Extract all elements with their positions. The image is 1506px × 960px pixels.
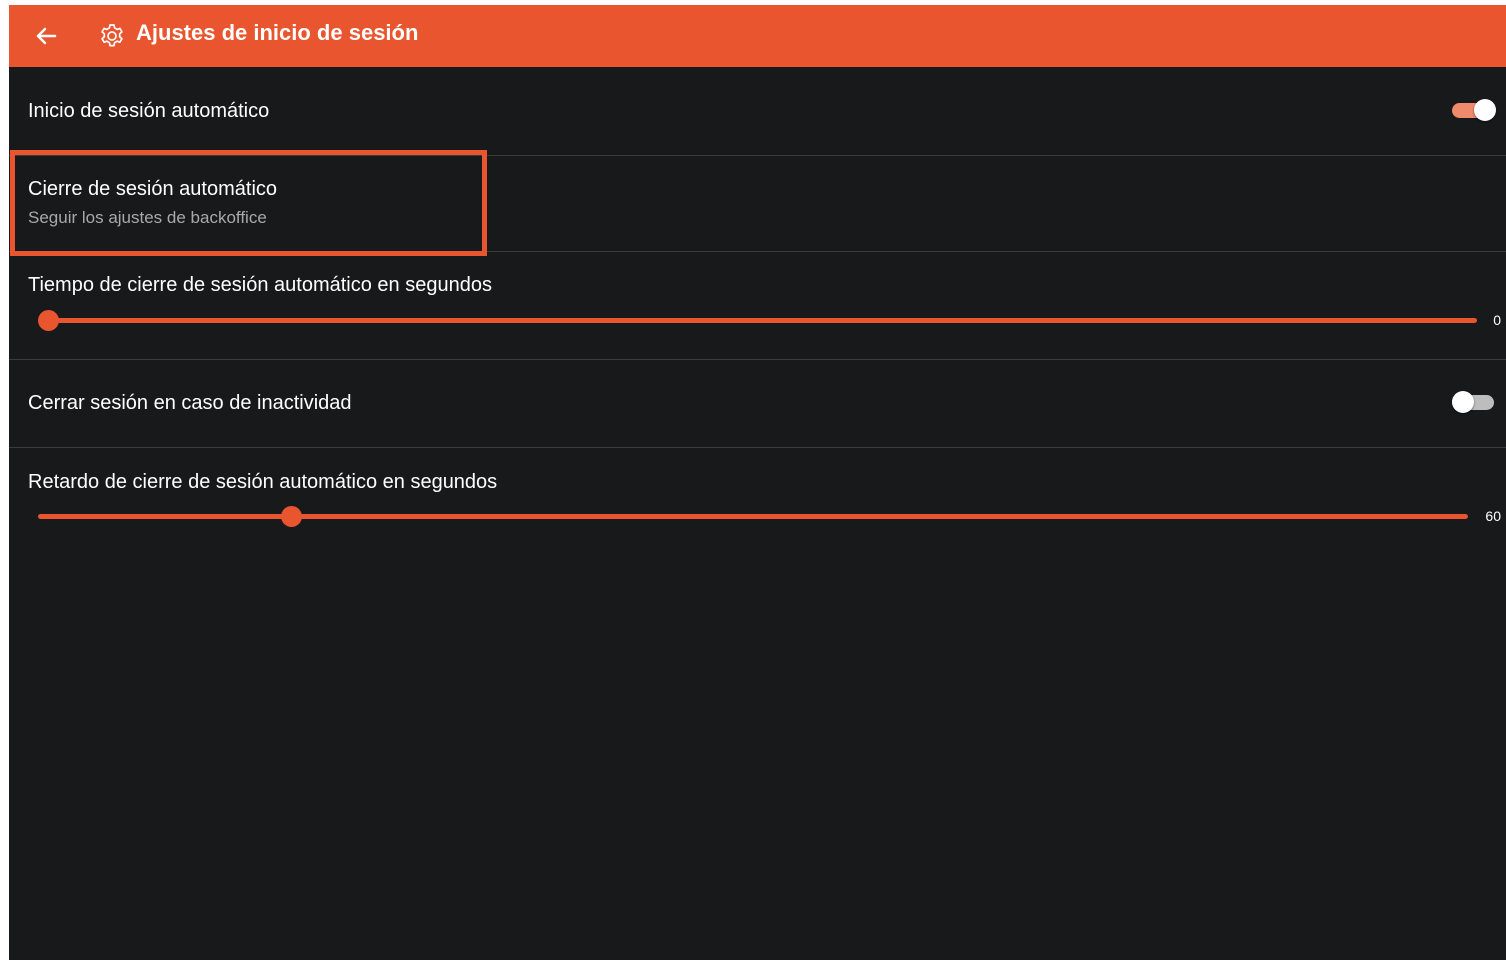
page-title: Ajustes de inicio de sesión xyxy=(136,20,419,45)
gear-icon xyxy=(98,22,126,50)
arrow-left-icon xyxy=(36,27,57,45)
setting-auto-login[interactable]: Inicio de sesión automático xyxy=(9,67,1506,156)
auto-login-toggle[interactable] xyxy=(1452,98,1496,121)
app-bar: Ajustes de inicio de sesión xyxy=(9,5,1506,67)
auto-logout-time-value: 0 xyxy=(1493,312,1501,328)
logout-inactivity-toggle[interactable] xyxy=(1452,390,1496,413)
login-settings-screen: Ajustes de inicio de sesión Inicio de se… xyxy=(9,5,1506,960)
auto-logout-time-slider[interactable] xyxy=(38,308,1477,332)
back-button[interactable] xyxy=(31,21,61,51)
setting-auto-logout-time-label: Tiempo de cierre de sesión automático en… xyxy=(28,274,492,296)
setting-auto-logout-delay: Retardo de cierre de sesión automático e… xyxy=(9,448,1506,558)
slider-thumb[interactable] xyxy=(281,506,303,527)
slider-thumb[interactable] xyxy=(38,310,59,331)
setting-auto-logout-subtitle: Seguir los ajustes de backoffice xyxy=(28,208,267,227)
toggle-thumb xyxy=(1452,391,1474,413)
setting-auto-logout-label: Cierre de sesión automático xyxy=(28,178,278,200)
setting-auto-logout[interactable]: Cierre de sesión automático Seguir los a… xyxy=(9,156,1506,252)
toggle-thumb xyxy=(1474,99,1496,121)
auto-logout-delay-slider[interactable] xyxy=(38,504,1468,528)
auto-logout-delay-value: 60 xyxy=(1485,508,1501,524)
setting-auto-logout-time: Tiempo de cierre de sesión automático en… xyxy=(9,252,1506,360)
setting-auto-logout-delay-label: Retardo de cierre de sesión automático e… xyxy=(28,471,498,493)
setting-logout-inactivity-label: Cerrar sesión en caso de inactividad xyxy=(28,392,352,414)
slider-rail xyxy=(38,514,1468,519)
setting-logout-inactivity[interactable]: Cerrar sesión en caso de inactividad xyxy=(9,360,1506,448)
slider-rail xyxy=(48,318,1477,323)
setting-auto-login-label: Inicio de sesión automático xyxy=(28,100,270,122)
